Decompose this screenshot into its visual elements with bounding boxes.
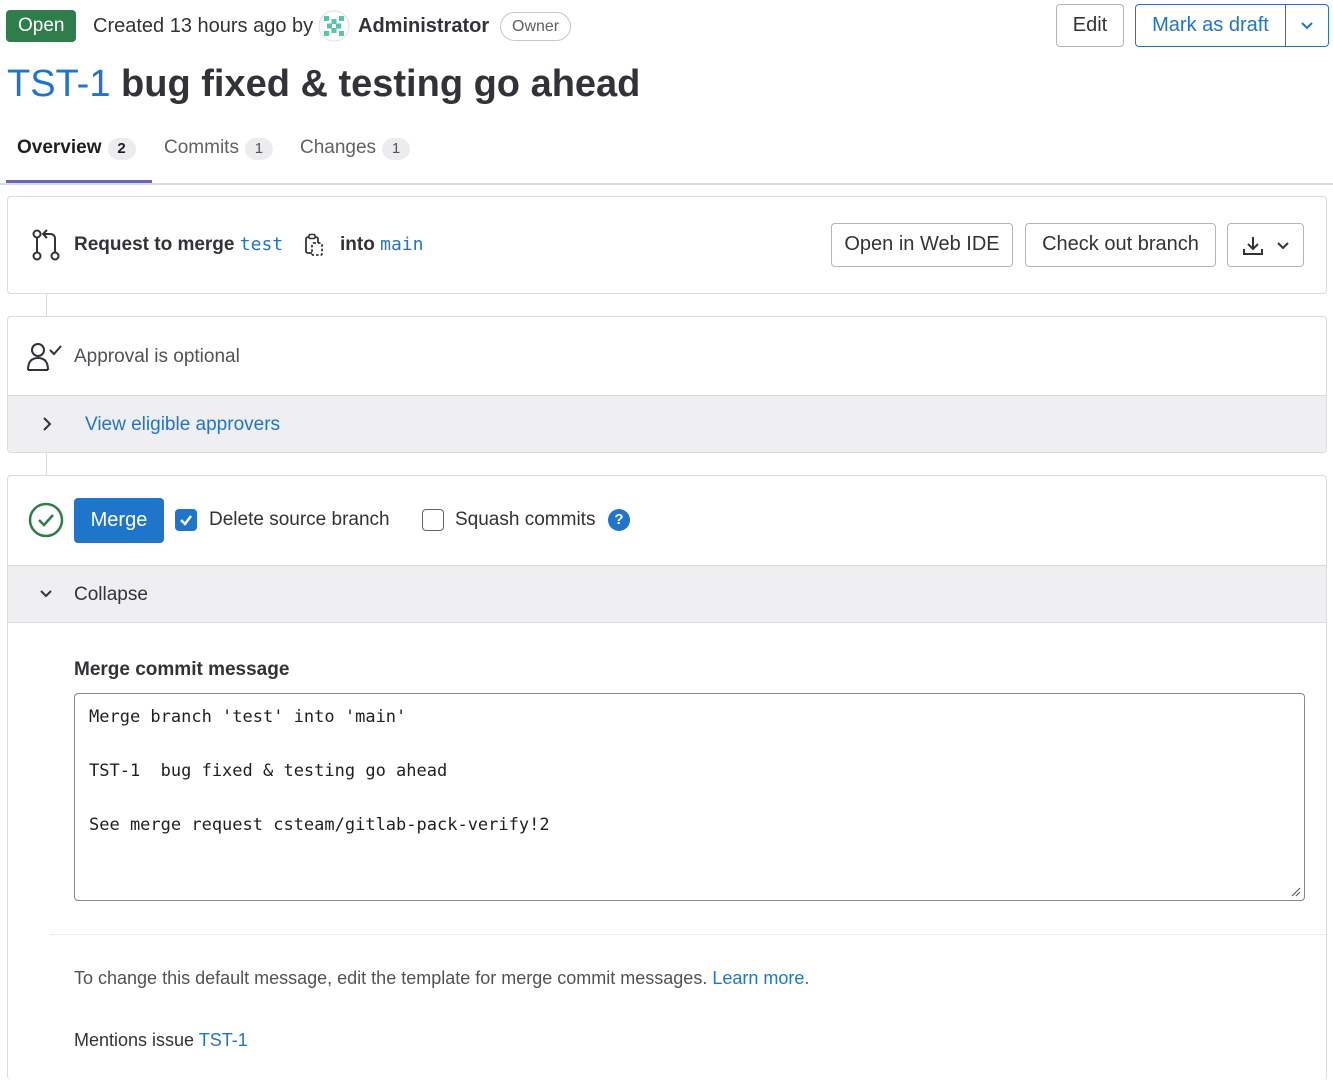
merge-request-icon [32,229,60,261]
open-in-web-ide-button[interactable]: Open in Web IDE [831,223,1013,267]
check-out-branch-button[interactable]: Check out branch [1025,223,1216,267]
created-text: Created 13 hours ago by [93,15,314,37]
delete-source-branch-checkbox[interactable] [175,509,197,531]
mentions-issue: Mentions issue TST-1 [74,1026,248,1054]
into-label: into [340,234,375,255]
tab-count: 1 [244,138,273,160]
checkmark-icon [180,515,192,526]
divider [50,934,1326,935]
edit-button[interactable]: Edit [1056,4,1124,47]
download-icon [1243,237,1263,255]
squash-commits-label[interactable]: Squash commits [455,506,595,534]
chevron-down-icon [40,590,52,598]
commit-message-textarea[interactable]: Merge branch 'test' into 'main' TST-1 bu… [74,693,1305,901]
squash-commits-checkbox[interactable] [422,509,444,531]
into-text: into main [340,231,423,259]
delete-source-branch-label[interactable]: Delete source branch [209,506,390,534]
role-badge: Owner [500,12,572,41]
tab-count: 2 [107,138,136,160]
approvers-toggle[interactable]: View eligible approvers [8,395,1326,452]
approval-status: Approval is optional [74,346,240,367]
status-badge: Open [6,10,77,42]
author-link[interactable]: Administrator [358,12,489,40]
download-dropdown-button[interactable] [1227,223,1304,267]
approval-icon [27,343,62,371]
target-branch-link[interactable]: main [380,234,423,255]
mentions-prefix: Mentions issue [74,1030,195,1050]
chevron-right-icon [43,417,52,431]
commit-template-hint: To change this default message, edit the… [74,964,809,992]
approval-panel: Approval is optional View eligible appro… [7,316,1327,453]
commit-message-line [89,785,1290,812]
collapse-toggle[interactable]: Collapse [8,565,1326,623]
title-reference: TST-1 [7,63,111,105]
avatar[interactable] [318,10,350,42]
source-branch-link[interactable]: test [240,234,283,255]
view-eligible-approvers-link[interactable]: View eligible approvers [85,411,280,439]
tab-label: Overview [17,137,102,158]
help-icon[interactable]: ? [608,509,630,531]
page-title: TST-1 bug fixed & testing go ahead [7,62,640,106]
copy-icon[interactable] [304,233,324,257]
chevron-down-icon [1277,242,1289,250]
tab-overview[interactable]: Overview 2 [17,135,136,161]
title-text: bug fixed & testing go ahead [121,63,641,105]
commit-message-line: See merge request csteam/gitlab-pack-ver… [89,815,550,835]
commit-message-line: TST-1 bug fixed & testing go ahead [89,761,448,781]
collapse-label: Collapse [74,584,148,605]
request-prefix: Request to merge [74,234,235,255]
tab-count: 1 [382,138,411,160]
merge-button[interactable]: Merge [74,498,164,543]
tab-commits[interactable]: Commits 1 [164,135,273,161]
timeline-connector [46,294,47,316]
learn-more-link[interactable]: Learn more. [712,968,809,988]
active-tab-indicator [6,180,152,183]
tab-bar: Overview 2 Commits 1 Changes 1 [0,121,1333,185]
resize-handle-icon[interactable] [1291,887,1301,897]
tab-changes[interactable]: Changes 1 [300,135,411,161]
request-to-merge-text: Request to merge test [74,231,283,259]
merge-request-panel: Request to merge test into main Open in … [7,196,1327,294]
chevron-down-icon [1301,22,1313,30]
commit-message-line: Merge branch 'test' into 'main' [89,707,407,727]
timeline-connector [46,453,47,475]
more-actions-dropdown[interactable] [1285,4,1329,47]
commit-message-heading: Merge commit message [74,659,290,680]
merge-widget: Merge Delete source branch Squash commit… [7,475,1327,1080]
mark-as-draft-button[interactable]: Mark as draft [1135,4,1286,47]
tab-label: Commits [164,137,239,158]
tab-label: Changes [300,137,377,158]
mentioned-issue-link[interactable]: TST-1 [199,1030,248,1050]
commit-message-line [89,731,1290,758]
hint-text: To change this default message, edit the… [74,968,708,988]
success-check-icon [28,502,64,538]
